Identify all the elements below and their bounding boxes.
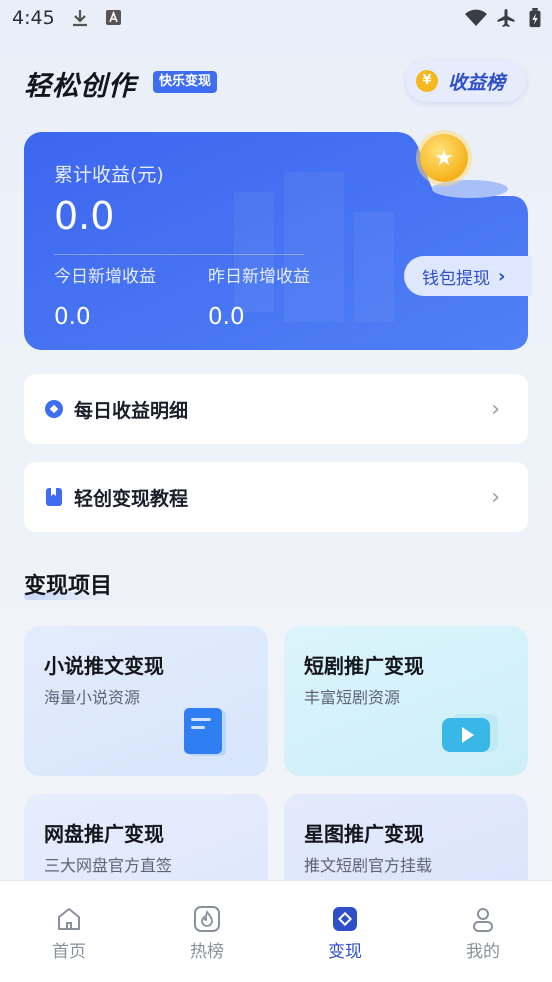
chevron-right-icon: › [498, 265, 506, 287]
nav-monetize-label: 变现 [328, 942, 362, 962]
battery-icon [529, 8, 541, 28]
status-bar: 4:45 [0, 0, 552, 36]
tutorial-row[interactable]: 轻创变现教程 › [24, 462, 528, 532]
profile-icon [473, 908, 493, 932]
coin-pedestal-icon [432, 180, 508, 198]
download-icon [73, 10, 87, 27]
wifi-icon [465, 9, 487, 26]
text-a-icon [106, 10, 121, 25]
earnings-rank-label: 收益榜 [448, 71, 506, 94]
video-play-icon [442, 714, 498, 752]
project-title: 短剧推广变现 [304, 654, 424, 678]
monetize-icon [333, 907, 357, 931]
bottom-navigation: 首页 热榜 变现 我的 [0, 880, 552, 982]
brand-badge: 快乐变现 [153, 71, 218, 93]
bookmark-book-icon [44, 487, 64, 507]
gold-coin-icon: ★ [420, 134, 468, 182]
home-icon [58, 908, 80, 930]
yesterday-earnings-value: 0.0 [208, 304, 245, 330]
project-subtitle: 海量小说资源 [44, 688, 141, 707]
section-title: 变现项目 [24, 574, 113, 599]
project-subtitle: 三大网盘官方直签 [44, 856, 173, 875]
today-earnings-label: 今日新增收益 [54, 267, 156, 287]
nav-home[interactable]: 首页 [0, 881, 138, 982]
airplane-icon [497, 9, 515, 27]
project-title: 小说推文变现 [44, 654, 164, 678]
project-title: 星图推广变现 [304, 822, 424, 846]
daily-earnings-detail-row[interactable]: 每日收益明细 › [24, 374, 528, 444]
project-subtitle: 丰富短剧资源 [304, 688, 401, 707]
chevron-right-icon: › [491, 485, 500, 510]
document-icon [184, 708, 226, 756]
chevron-right-icon: › [491, 397, 500, 422]
app-title: 轻松创作 [24, 71, 136, 102]
today-earnings-value: 0.0 [54, 304, 91, 330]
diamond-circle-icon [44, 399, 64, 419]
project-subtitle: 推文短剧官方挂载 [304, 856, 433, 875]
daily-earnings-detail-label: 每日收益明细 [74, 399, 189, 422]
nav-monetize[interactable]: 变现 [276, 881, 414, 982]
nav-hot[interactable]: 热榜 [138, 881, 276, 982]
nav-profile[interactable]: 我的 [414, 881, 552, 982]
tutorial-label: 轻创变现教程 [74, 487, 189, 510]
nav-home-label: 首页 [52, 942, 86, 962]
wallet-withdraw-button[interactable]: 钱包提现 › [404, 256, 532, 296]
coin-icon: ¥ [416, 70, 438, 92]
project-title: 网盘推广变现 [44, 822, 164, 846]
novel-project-card[interactable]: 小说推文变现 海量小说资源 [24, 626, 268, 776]
nav-profile-label: 我的 [466, 942, 500, 962]
status-time: 4:45 [12, 7, 55, 29]
card-divider [54, 254, 304, 255]
total-earnings-label: 累计收益(元) [54, 164, 164, 186]
total-earnings-value: 0.0 [54, 194, 115, 238]
earnings-rank-button[interactable]: ¥ 收益榜 [406, 60, 526, 102]
nav-hot-label: 热榜 [190, 942, 224, 962]
short-drama-project-card[interactable]: 短剧推广变现 丰富短剧资源 [284, 626, 528, 776]
wallet-withdraw-label: 钱包提现 [422, 268, 490, 289]
flame-icon [194, 906, 220, 932]
yesterday-earnings-label: 昨日新增收益 [208, 267, 310, 287]
